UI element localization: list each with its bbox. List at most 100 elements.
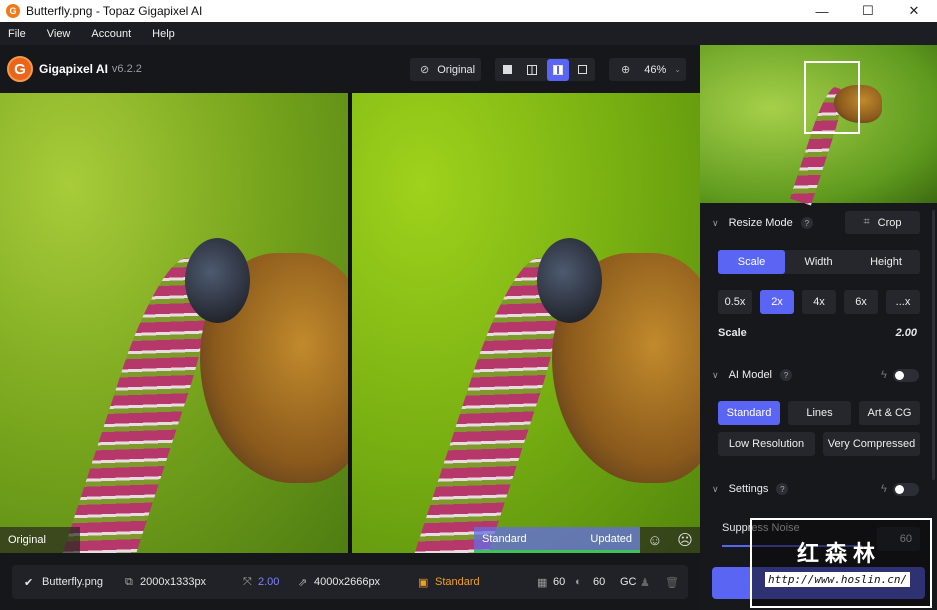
watermark: 红森林 http://www.hoslin.cn/ (750, 518, 932, 608)
menu-bar: File View Account Help (0, 22, 937, 45)
chevron-down-icon: ⌄ (674, 65, 681, 74)
processed-preview[interactable] (352, 93, 700, 553)
crop-icon: ⌗ (863, 216, 870, 228)
feedback-group: ☺ ☹ (640, 527, 700, 553)
chevron-down-icon: ∨ (712, 217, 719, 228)
scale-2x[interactable]: 2x (760, 290, 794, 314)
model-lines[interactable]: Lines (788, 401, 851, 425)
grid-view-button[interactable] (572, 59, 594, 81)
model-very-compressed[interactable]: Very Compressed (823, 432, 920, 456)
zoom-value: 46% (644, 63, 667, 76)
input-size-icon: ⧉ (125, 575, 133, 588)
close-button[interactable]: ✕ (891, 0, 937, 22)
lightning-icon: ϟ (881, 369, 887, 381)
output-size-icon: ⇗ (298, 576, 308, 589)
scale-custom[interactable]: ...x (886, 290, 920, 314)
model-icon: ▣ (418, 576, 429, 589)
noise-icon: ▦ (537, 576, 548, 589)
trash-icon[interactable]: 🗑 (665, 576, 679, 589)
panel-scrollbar[interactable] (932, 210, 935, 480)
eye-off-icon: ⊘ (420, 64, 430, 76)
menu-account[interactable]: Account (91, 28, 131, 40)
model-status-tag: Standard Updated (474, 527, 640, 553)
watermark-url: http://www.hoslin.cn/ (765, 572, 911, 587)
neutral-face-icon[interactable]: ☹ (677, 531, 693, 549)
chevron-down-icon: ∨ (712, 369, 719, 380)
original-tag: Original (0, 527, 80, 553)
settings-title: Settings (728, 483, 769, 495)
gamma-correction-label: GC (620, 576, 637, 588)
blur-icon: ◐ (575, 576, 582, 588)
scale-value: 2.00 (258, 576, 280, 588)
output-size: 4000x2666px (314, 576, 381, 588)
bottom-bar: ✔ Butterfly.png ⧉ 2000x1333px ⤧ 2.00 ⇗ 4… (0, 553, 700, 610)
crop-button[interactable]: ⌗ Crop (845, 211, 920, 234)
model-standard[interactable]: Standard (718, 401, 780, 425)
menu-file[interactable]: File (8, 28, 26, 40)
original-label: Original (437, 63, 476, 76)
resize-mode-header[interactable]: ∨ Resize Mode ? (712, 217, 813, 229)
navigator-thumbnail[interactable] (700, 45, 937, 206)
filename: Butterfly.png (42, 576, 103, 588)
chevron-down-icon: ∨ (712, 483, 719, 494)
status-tag-label: Updated (590, 532, 632, 545)
viewport-indicator[interactable] (804, 61, 860, 134)
ai-model-toggle[interactable] (893, 369, 919, 382)
title-bar: G Butterfly.png - Topaz Gigapixel AI — ☐… (0, 0, 937, 22)
butterfly-body-image (185, 238, 250, 323)
settings-header[interactable]: ∨ Settings ? (712, 483, 789, 495)
face-recovery-icon: ♟ (640, 576, 650, 589)
side-by-side-view-button[interactable] (546, 58, 569, 81)
app-icon: G (6, 4, 20, 18)
input-size: 2000x1333px (140, 576, 207, 588)
app-name: Gigapixel AI (39, 62, 108, 76)
mode-width[interactable]: Width (785, 250, 852, 274)
lightning-icon: ϟ (881, 483, 887, 495)
ai-model-title: AI Model (728, 369, 773, 381)
single-view-icon (502, 65, 512, 74)
model-name: Standard (435, 576, 480, 588)
window-title: Butterfly.png - Topaz Gigapixel AI (26, 4, 203, 18)
smile-icon[interactable]: ☺ (647, 532, 662, 549)
original-toggle-button[interactable]: ⊘ Original (410, 58, 481, 81)
noise-value: 60 (553, 576, 566, 588)
view-mode-group (495, 58, 595, 81)
scale-icon: ⤧ (243, 575, 252, 588)
mode-height[interactable]: Height (852, 250, 920, 274)
menu-view[interactable]: View (47, 28, 71, 40)
ai-model-header[interactable]: ∨ AI Model ? (712, 369, 793, 381)
help-icon[interactable]: ? (780, 369, 793, 381)
watermark-text: 红森林 (797, 541, 882, 566)
scale-4x[interactable]: 4x (802, 290, 836, 314)
model-low-resolution[interactable]: Low Resolution (718, 432, 815, 456)
split-view-icon (527, 64, 538, 75)
zoom-in-icon: ⊕ (621, 64, 631, 76)
crop-label: Crop (877, 216, 902, 229)
side-by-side-icon (552, 64, 563, 75)
zoom-dropdown[interactable]: ⊕ 46% ⌄ (609, 58, 686, 81)
resize-mode-title: Resize Mode (728, 217, 793, 229)
scale-6x[interactable]: 6x (844, 290, 878, 314)
menu-help[interactable]: Help (152, 28, 175, 40)
original-preview[interactable]: Original (0, 93, 348, 553)
gigapixel-logo: G (7, 56, 33, 82)
scale-value-field[interactable]: 2.00 (896, 327, 917, 339)
minimize-button[interactable]: — (799, 0, 845, 22)
help-icon[interactable]: ? (776, 483, 789, 495)
model-tag-label: Standard (482, 532, 527, 545)
model-art-cg[interactable]: Art & CG (859, 401, 920, 425)
app-header: G Gigapixel AI v6.2.2 ⊘ Original ⊕ 46% ⌄ (0, 45, 700, 93)
split-view-button[interactable] (521, 59, 543, 81)
mode-scale[interactable]: Scale (718, 250, 785, 274)
single-view-button[interactable] (496, 59, 518, 81)
image-queue-item[interactable]: ✔ Butterfly.png ⧉ 2000x1333px ⤧ 2.00 ⇗ 4… (12, 565, 688, 599)
settings-toggle[interactable] (893, 483, 919, 496)
check-icon[interactable]: ✔ (24, 576, 33, 589)
scale-label: Scale (718, 327, 747, 339)
original-tag-label: Original (8, 534, 46, 546)
preview-area: Original Standard Updated ☺ ☹ (0, 93, 700, 553)
help-icon[interactable]: ? (800, 217, 813, 229)
butterfly-body-image (537, 238, 602, 323)
scale-0-5x[interactable]: 0.5x (718, 290, 752, 314)
maximize-button[interactable]: ☐ (845, 0, 891, 22)
